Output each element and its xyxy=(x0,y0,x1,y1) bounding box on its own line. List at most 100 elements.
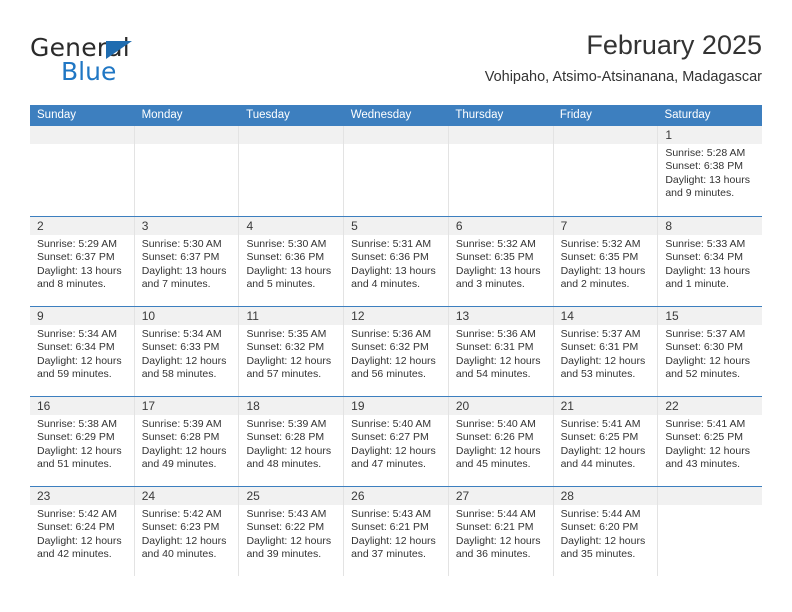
sunset-text: Sunset: 6:33 PM xyxy=(141,341,220,354)
daylight-text: Daylight: 12 hours and 40 minutes. xyxy=(141,534,227,561)
day-number: 3 xyxy=(141,219,149,233)
calendar-day-cell[interactable]: 13 Sunrise: 5:36 AM Sunset: 6:31 PM Dayligh… xyxy=(447,307,553,396)
day-details: Sunrise: 5:37 AM Sunset: 6:30 PM Daylight:… xyxy=(658,325,762,382)
calendar-day-cell[interactable]: 24 Sunrise: 5:42 AM Sunset: 6:23 PM Dayligh… xyxy=(133,487,239,576)
calendar-day-cell[interactable]: 16 Sunrise: 5:38 AM Sunset: 6:29 PM Dayligh… xyxy=(30,397,134,486)
sunrise-text: Sunrise: 5:34 AM xyxy=(141,328,222,340)
day-number: 4 xyxy=(246,219,254,233)
daylight-text: Daylight: 12 hours and 42 minutes. xyxy=(37,534,122,561)
calendar-day-cell[interactable]: 8 Sunrise: 5:33 AM Sunset: 6:34 PM Daylight… xyxy=(657,217,763,306)
day-details: Sunrise: 5:41 AM Sunset: 6:25 PM Daylight:… xyxy=(554,415,658,472)
day-number-strip xyxy=(448,126,553,144)
calendar-cell-empty xyxy=(447,126,553,216)
calendar-week-row: 16 Sunrise: 5:38 AM Sunset: 6:29 PM Dayligh… xyxy=(30,396,763,486)
calendar-day-cell[interactable]: 11 Sunrise: 5:35 AM Sunset: 6:32 PM Dayligh… xyxy=(238,307,344,396)
calendar-week-row: 1 Sunrise: 5:28 AM Sunset: 6:38 PM Daylight… xyxy=(30,126,763,216)
sunrise-text: Sunrise: 5:34 AM xyxy=(37,328,117,340)
day-number: 20 xyxy=(455,399,470,413)
day-number-strip: 4 xyxy=(239,217,344,235)
daylight-text: Daylight: 12 hours and 54 minutes. xyxy=(455,354,541,381)
day-details: Sunrise: 5:30 AM Sunset: 6:37 PM Daylight:… xyxy=(135,235,239,292)
calendar-day-cell[interactable]: 15 Sunrise: 5:37 AM Sunset: 6:30 PM Dayligh… xyxy=(657,307,763,396)
day-details: Sunrise: 5:32 AM Sunset: 6:35 PM Daylight:… xyxy=(554,235,658,292)
daylight-text: Daylight: 12 hours and 52 minutes. xyxy=(665,354,750,381)
day-details: Sunrise: 5:41 AM Sunset: 6:25 PM Daylight:… xyxy=(658,415,762,472)
sunrise-text: Sunrise: 5:44 AM xyxy=(455,508,536,520)
sunset-text: Sunset: 6:34 PM xyxy=(37,341,115,354)
day-details: Sunrise: 5:35 AM Sunset: 6:32 PM Daylight:… xyxy=(239,325,343,382)
calendar-day-cell[interactable]: 3 Sunrise: 5:30 AM Sunset: 6:37 PM Daylight… xyxy=(133,217,239,306)
sunrise-text: Sunrise: 5:39 AM xyxy=(141,418,222,430)
calendar-day-cell[interactable]: 5 Sunrise: 5:31 AM Sunset: 6:36 PM Daylight… xyxy=(343,217,448,306)
sunset-text: Sunset: 6:28 PM xyxy=(246,431,325,444)
calendar-day-cell[interactable]: 4 Sunrise: 5:30 AM Sunset: 6:36 PM Daylight… xyxy=(238,217,344,306)
sunrise-text: Sunrise: 5:39 AM xyxy=(246,418,327,430)
sunrise-text: Sunrise: 5:37 AM xyxy=(665,328,746,340)
day-number-strip: 18 xyxy=(239,397,344,415)
day-number: 19 xyxy=(351,399,365,413)
calendar-day-cell[interactable]: 1 Sunrise: 5:28 AM Sunset: 6:38 PM Daylight… xyxy=(657,126,763,216)
calendar-day-cell[interactable]: 12 Sunrise: 5:36 AM Sunset: 6:32 PM Dayligh… xyxy=(343,307,448,396)
sunrise-text: Sunrise: 5:42 AM xyxy=(37,508,117,520)
day-number: 9 xyxy=(37,309,44,323)
day-number-strip xyxy=(134,126,239,144)
calendar-day-cell[interactable]: 27 Sunrise: 5:44 AM Sunset: 6:21 PM Dayligh… xyxy=(447,487,553,576)
day-number: 21 xyxy=(560,399,574,413)
calendar-day-cell[interactable]: 25 Sunrise: 5:43 AM Sunset: 6:22 PM Dayligh… xyxy=(238,487,344,576)
day-number: 23 xyxy=(37,489,51,503)
day-number: 5 xyxy=(351,219,358,233)
calendar-day-cell[interactable]: 22 Sunrise: 5:41 AM Sunset: 6:25 PM Dayligh… xyxy=(657,397,763,486)
daylight-text: Daylight: 13 hours and 8 minutes. xyxy=(37,264,122,291)
calendar-day-cell[interactable]: 2 Sunrise: 5:29 AM Sunset: 6:37 PM Daylight… xyxy=(30,217,134,306)
day-number-strip: 15 xyxy=(658,307,763,325)
calendar-day-cell[interactable]: 19 Sunrise: 5:40 AM Sunset: 6:27 PM Dayligh… xyxy=(343,397,448,486)
daylight-text: Daylight: 12 hours and 59 minutes. xyxy=(37,354,122,381)
day-details: Sunrise: 5:36 AM Sunset: 6:31 PM Daylight:… xyxy=(449,325,553,382)
calendar-day-cell[interactable]: 6 Sunrise: 5:32 AM Sunset: 6:35 PM Daylight… xyxy=(447,217,553,306)
sunrise-text: Sunrise: 5:43 AM xyxy=(351,508,432,520)
calendar-cell-empty xyxy=(30,126,134,216)
day-number-strip xyxy=(239,126,344,144)
day-details: Sunrise: 5:42 AM Sunset: 6:23 PM Daylight:… xyxy=(135,505,239,562)
calendar-day-cell[interactable]: 10 Sunrise: 5:34 AM Sunset: 6:33 PM Dayligh… xyxy=(133,307,239,396)
sunset-text: Sunset: 6:32 PM xyxy=(351,341,429,354)
day-number: 1 xyxy=(665,128,672,142)
day-details: Sunrise: 5:36 AM Sunset: 6:32 PM Daylight:… xyxy=(344,325,448,382)
day-number-strip: 25 xyxy=(239,487,344,505)
day-details: Sunrise: 5:33 AM Sunset: 6:34 PM Daylight:… xyxy=(658,235,762,292)
day-number-strip xyxy=(344,126,448,144)
sunrise-text: Sunrise: 5:31 AM xyxy=(351,238,432,250)
calendar-day-cell[interactable]: 14 Sunrise: 5:37 AM Sunset: 6:31 PM Dayligh… xyxy=(552,307,658,396)
page-title: February 2025 xyxy=(586,30,762,60)
calendar-page: General Blue February 2025 Vohipaho, Ats… xyxy=(0,0,792,612)
calendar-day-cell[interactable]: 17 Sunrise: 5:39 AM Sunset: 6:28 PM Dayligh… xyxy=(133,397,239,486)
calendar-day-cell[interactable]: 21 Sunrise: 5:41 AM Sunset: 6:25 PM Dayligh… xyxy=(552,397,658,486)
calendar-day-cell[interactable]: 9 Sunrise: 5:34 AM Sunset: 6:34 PM Daylight… xyxy=(30,307,134,396)
day-details: Sunrise: 5:44 AM Sunset: 6:21 PM Daylight:… xyxy=(449,505,553,562)
day-details: Sunrise: 5:30 AM Sunset: 6:36 PM Daylight:… xyxy=(239,235,343,292)
calendar-day-cell[interactable]: 23 Sunrise: 5:42 AM Sunset: 6:24 PM Dayligh… xyxy=(30,487,134,576)
daylight-text: Daylight: 12 hours and 47 minutes. xyxy=(351,444,436,471)
sunrise-text: Sunrise: 5:30 AM xyxy=(246,238,327,250)
sunset-text: Sunset: 6:30 PM xyxy=(665,341,743,354)
calendar-weeks: 1 Sunrise: 5:28 AM Sunset: 6:38 PM Daylight… xyxy=(30,126,763,576)
calendar-day-cell[interactable]: 26 Sunrise: 5:43 AM Sunset: 6:21 PM Dayligh… xyxy=(343,487,448,576)
calendar-day-cell[interactable]: 20 Sunrise: 5:40 AM Sunset: 6:26 PM Dayligh… xyxy=(447,397,553,486)
sunset-text: Sunset: 6:29 PM xyxy=(37,431,115,444)
calendar-day-cell[interactable]: 18 Sunrise: 5:39 AM Sunset: 6:28 PM Dayligh… xyxy=(238,397,344,486)
sunrise-text: Sunrise: 5:41 AM xyxy=(560,418,641,430)
calendar-grid: Sunday Monday Tuesday Wednesday Thursday… xyxy=(30,105,763,576)
day-number-strip: 10 xyxy=(134,307,239,325)
day-details: Sunrise: 5:32 AM Sunset: 6:35 PM Daylight:… xyxy=(449,235,553,292)
day-number-strip: 16 xyxy=(30,397,134,415)
general-blue-logo[interactable]: General Blue xyxy=(30,34,260,96)
calendar-day-cell[interactable]: 7 Sunrise: 5:32 AM Sunset: 6:35 PM Daylight… xyxy=(552,217,658,306)
daylight-text: Daylight: 12 hours and 39 minutes. xyxy=(246,534,332,561)
calendar-day-cell[interactable]: 28 Sunrise: 5:44 AM Sunset: 6:20 PM Dayligh… xyxy=(552,487,658,576)
day-number: 13 xyxy=(455,309,470,323)
day-number-strip: 1 xyxy=(658,126,763,144)
daylight-text: Daylight: 13 hours and 5 minutes. xyxy=(246,264,332,291)
day-number: 8 xyxy=(665,219,672,233)
day-details: Sunrise: 5:39 AM Sunset: 6:28 PM Daylight:… xyxy=(239,415,343,472)
calendar-cell-empty xyxy=(657,487,763,576)
